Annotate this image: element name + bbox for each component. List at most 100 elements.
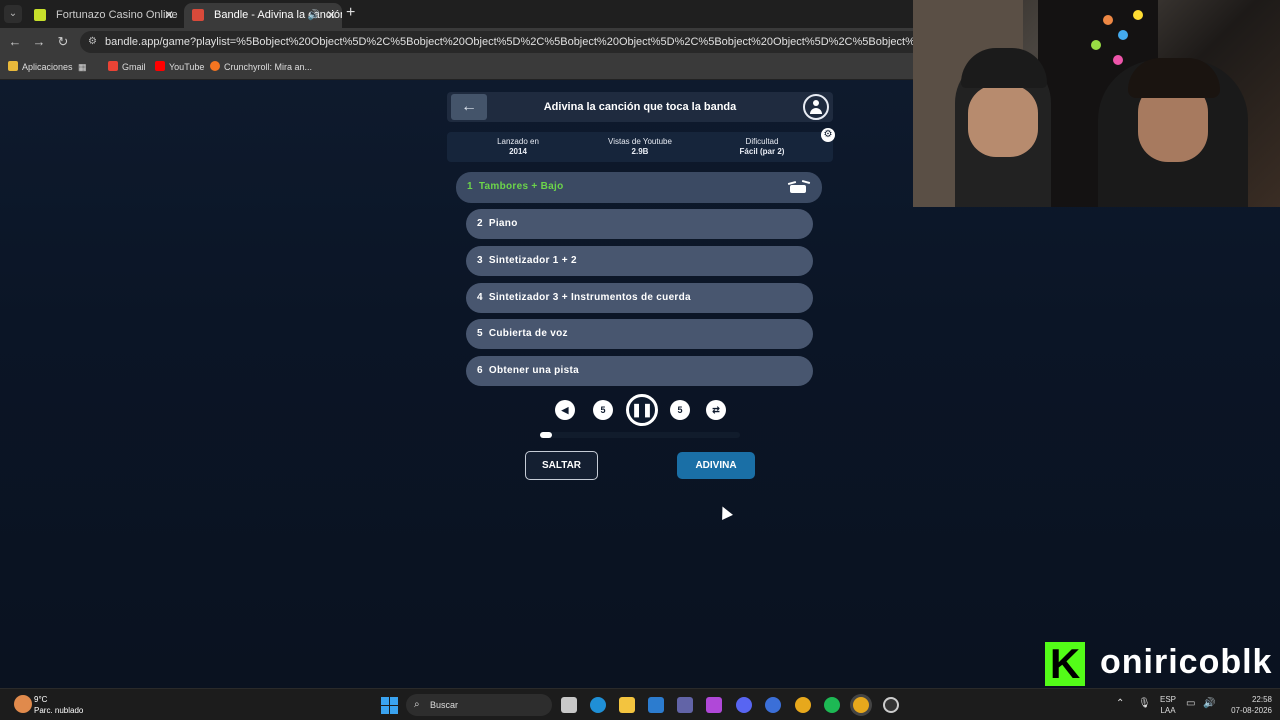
chevron-up-icon[interactable]: ⌃ xyxy=(1116,698,1124,709)
track-item-synth-1-2[interactable]: 3 Sintetizador 1 + 2 xyxy=(466,246,813,276)
windows-start-icon[interactable] xyxy=(381,697,398,714)
teams-icon[interactable] xyxy=(677,697,693,713)
weather-widget[interactable]: 9°C Parc. nublado xyxy=(34,694,83,716)
clock-date: 07-08-2026 xyxy=(1231,706,1272,715)
song-stats: Lanzado en 2014 Vistas de Youtube 2.9B D… xyxy=(447,132,833,162)
track-label: Cubierta de voz xyxy=(488,328,568,339)
windows-taskbar: 9°C Parc. nublado ⌕ Buscar ⌃ 🎙 ESP LAA ▭… xyxy=(0,688,1280,720)
track-item-vocal-cover[interactable]: 5 Cubierta de voz xyxy=(466,319,813,349)
track-number: 3 xyxy=(477,255,483,266)
copilot-icon[interactable] xyxy=(706,697,722,713)
lang-bottom: LAA xyxy=(1160,706,1176,715)
weather-cloudy-icon[interactable] xyxy=(14,695,32,713)
spotify-icon[interactable] xyxy=(824,697,840,713)
crunchyroll-icon xyxy=(210,61,220,71)
progress-fill xyxy=(540,432,552,438)
skip-button[interactable]: SALTAR xyxy=(525,451,598,480)
weather-desc: Parc. nublado xyxy=(34,706,84,715)
track-label: Piano xyxy=(488,218,518,229)
webcam-overlay xyxy=(913,0,1280,207)
search-placeholder: Buscar xyxy=(430,700,459,710)
tab-fortunazo[interactable]: Fortunazo Casino Online | Trag ✕ xyxy=(26,3,180,28)
tab-title: Bandle - Adivina la canción xyxy=(214,9,342,21)
settings-gear-icon[interactable]: ⚙ xyxy=(821,128,835,142)
edge-icon[interactable] xyxy=(590,697,606,713)
mouse-cursor-icon xyxy=(717,504,733,520)
shuffle-off-icon[interactable]: ⇄ xyxy=(706,400,726,420)
bookmark-gmail[interactable]: Gmail xyxy=(108,60,146,74)
stat-label: Lanzado en xyxy=(497,137,539,146)
tab-title: Fortunazo Casino Online | Trag xyxy=(56,9,180,21)
forward-arrow-icon[interactable]: → xyxy=(30,33,48,51)
back-arrow-icon[interactable]: ← xyxy=(6,33,24,51)
bookmark-youtube[interactable]: YouTube xyxy=(155,60,204,74)
clock[interactable]: 22:58 07-08-2026 xyxy=(1222,694,1272,716)
weather-temp: 9°C xyxy=(34,695,48,704)
track-label: Tambores + Bajo xyxy=(478,181,564,192)
clock-time: 22:58 xyxy=(1251,695,1272,704)
bookmark-label: Aplicaciones xyxy=(22,62,73,72)
volume-icon[interactable]: ◀ xyxy=(555,400,575,420)
sticker xyxy=(1103,15,1113,25)
forward-5-icon[interactable]: 5 xyxy=(670,400,690,420)
track-number: 6 xyxy=(477,365,483,376)
bookmark-apps[interactable]: Aplicaciones xyxy=(8,60,73,74)
discord-icon[interactable] xyxy=(736,697,752,713)
network-icon[interactable]: ▭ xyxy=(1186,698,1195,709)
new-tab-icon[interactable]: + xyxy=(346,4,355,22)
bookmark-crunchyroll[interactable]: Crunchyroll: Mira an... xyxy=(210,60,312,74)
apps-icon xyxy=(8,61,18,71)
microphone-icon[interactable]: 🎙 xyxy=(1138,698,1151,709)
game-title: Adivina la canción que toca la banda xyxy=(543,101,737,113)
stat-value: 2.9B xyxy=(631,147,649,156)
grid-icon[interactable]: ▦ xyxy=(78,60,87,74)
stat-label: Vistas de Youtube xyxy=(608,137,672,146)
chrome-icon[interactable] xyxy=(795,697,811,713)
outlook-icon[interactable] xyxy=(648,697,664,713)
track-item-get-hint[interactable]: 6 Obtener una pista xyxy=(466,356,813,386)
playback-progress[interactable] xyxy=(540,432,740,438)
streamer-2-hair xyxy=(1128,58,1220,98)
close-tab-icon[interactable]: ✕ xyxy=(326,3,336,28)
youtube-icon xyxy=(155,61,165,71)
bandle-favicon-icon xyxy=(192,9,204,21)
rewind-5-icon[interactable]: 5 xyxy=(593,400,613,420)
track-item-piano[interactable]: 2 Piano xyxy=(466,209,813,239)
tab-bandle[interactable]: Bandle - Adivina la canción 🔊 ✕ xyxy=(184,3,342,28)
track-item-drums-bass[interactable]: 1 Tambores + Bajo xyxy=(456,172,822,203)
obs-icon[interactable] xyxy=(883,697,899,713)
app-icon[interactable] xyxy=(765,697,781,713)
back-button[interactable]: ← xyxy=(451,94,487,120)
sticker xyxy=(1133,10,1143,20)
speaker-icon[interactable]: 🔊 xyxy=(1203,698,1215,709)
gmail-icon xyxy=(108,61,118,71)
profile-user-icon[interactable] xyxy=(803,94,829,120)
language-indicator[interactable]: ESP LAA xyxy=(1158,694,1178,716)
file-explorer-icon[interactable] xyxy=(619,697,635,713)
guess-button[interactable]: ADIVINA xyxy=(677,452,755,479)
chrome-active-icon[interactable] xyxy=(853,697,869,713)
task-view-icon[interactable] xyxy=(561,697,577,713)
sticker xyxy=(1118,30,1128,40)
close-tab-icon[interactable]: ✕ xyxy=(164,3,174,28)
pause-button[interactable]: ❚❚ xyxy=(626,394,658,426)
bookmark-label: YouTube xyxy=(169,62,205,72)
audio-playing-icon[interactable]: 🔊 xyxy=(308,3,320,28)
site-info-icon[interactable]: ⚙ xyxy=(88,31,97,53)
sticker xyxy=(1091,40,1101,50)
channel-name: oniricoblk xyxy=(1100,643,1273,681)
stat-value: Fácil (par 2) xyxy=(739,147,785,156)
stat-difficulty: Dificultad Fácil (par 2) xyxy=(702,137,822,157)
stat-release: Lanzado en 2014 xyxy=(458,137,578,157)
tab-list-icon[interactable]: ⌄ xyxy=(4,5,22,23)
track-number: 4 xyxy=(477,292,483,303)
stat-value: 2014 xyxy=(509,147,527,156)
sticker xyxy=(1113,55,1123,65)
track-item-synth-3-strings[interactable]: 4 Sintetizador 3 + Instrumentos de cuerda xyxy=(466,283,813,313)
track-number: 5 xyxy=(477,328,483,339)
reload-icon[interactable]: ↻ xyxy=(54,33,72,51)
bookmark-label: Gmail xyxy=(122,62,146,72)
taskbar-search[interactable]: ⌕ Buscar xyxy=(406,694,552,716)
stat-label: Dificultad xyxy=(745,137,779,146)
track-label: Obtener una pista xyxy=(488,365,579,376)
